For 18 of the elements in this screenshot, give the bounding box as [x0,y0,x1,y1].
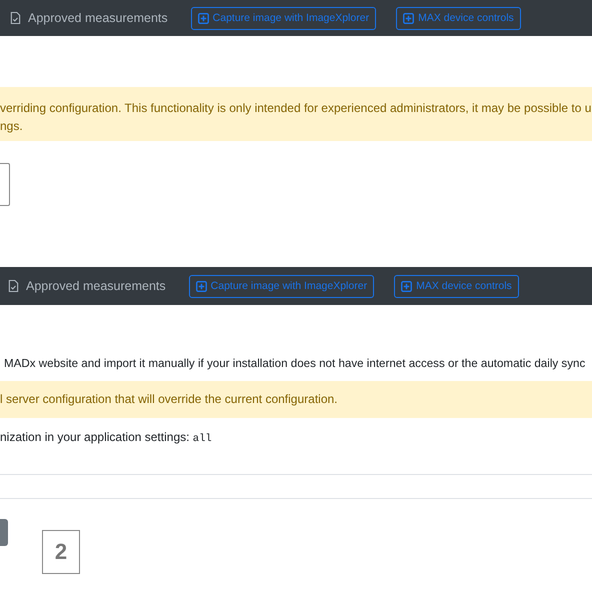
nav-link[interactable]: Approved measurements [28,11,168,25]
alert-text: verriding configuration. This functionality is only intended for experienced administrators, it may be possible to u [0,100,592,117]
alert-text: l server configuration that will override the current configuration. [0,391,338,408]
step-number: 2 [42,530,80,574]
document-check-icon [10,11,21,25]
nav-button[interactable]: Capture image with ImageXplorer [190,6,376,30]
plus-square-icon [401,280,412,292]
nav-button[interactable]: Capture image with ImageXplorer [188,274,374,298]
plus-square-icon [196,280,207,292]
alert-text: ngs. [0,118,23,135]
description-text: MADx website and import it manually if your installation does not have internet access or the automatic daily sync [4,357,586,370]
nav-button[interactable]: MAX device controls [394,274,519,298]
setting-text: nization in your application settings: all [0,430,212,445]
nav-link[interactable]: Approved measurements [26,279,166,293]
plus-square-icon [403,12,414,24]
document-check-icon [8,279,19,293]
nav-button[interactable]: MAX device controls [396,6,521,30]
plus-square-icon [198,12,209,24]
